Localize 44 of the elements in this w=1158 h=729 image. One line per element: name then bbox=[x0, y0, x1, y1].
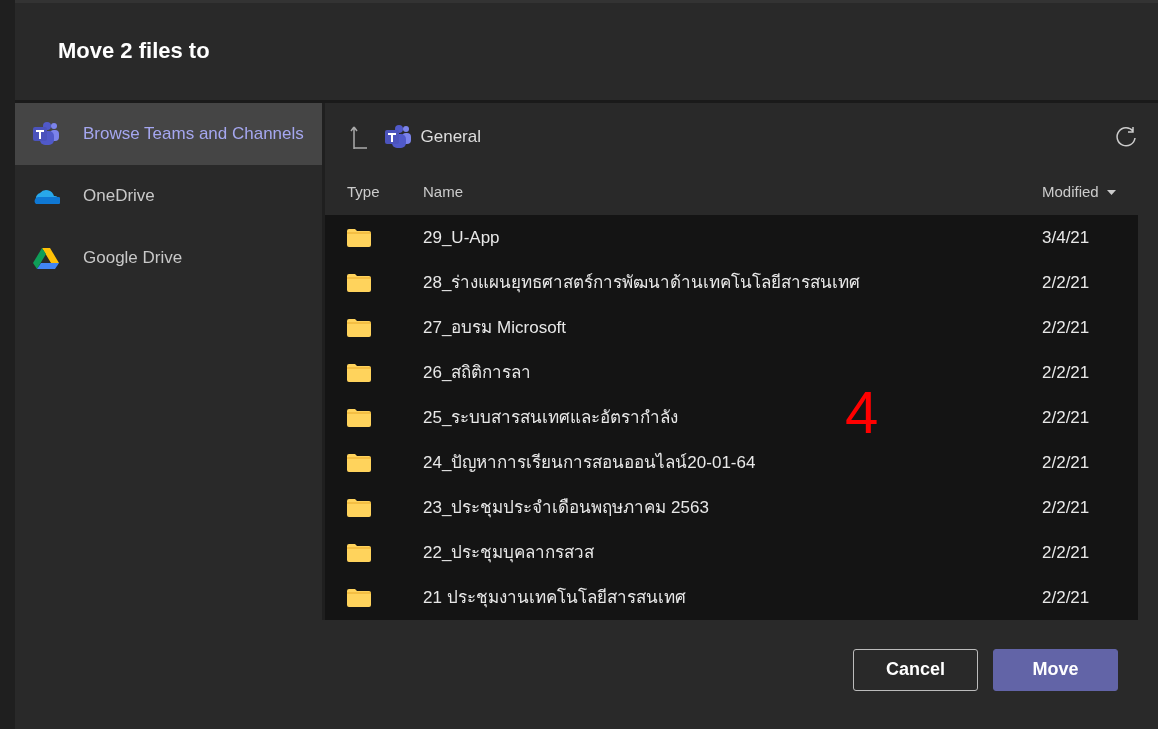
modified-date: 3/4/21 bbox=[1042, 227, 1090, 247]
modified-date: 2/2/21 bbox=[1042, 542, 1090, 562]
folder-icon bbox=[347, 499, 371, 518]
move-button[interactable]: Move bbox=[993, 648, 1118, 691]
column-header[interactable]: Modified bbox=[1042, 181, 1099, 204]
folder-name[interactable]: 25_ระบบสารสนเทศและอัตรากำลัง bbox=[423, 407, 679, 427]
folder-icon bbox=[347, 229, 371, 248]
modified-date: 2/2/21 bbox=[1042, 407, 1090, 427]
annotation-number: 4 bbox=[845, 383, 879, 443]
folder-name[interactable]: 29_U-App bbox=[423, 227, 500, 247]
cancel-button[interactable]: Cancel bbox=[853, 648, 978, 691]
cloud-icon bbox=[32, 187, 60, 205]
refresh-icon[interactable] bbox=[1114, 124, 1138, 149]
folder-icon bbox=[347, 409, 371, 428]
sidebar-item[interactable]: Browse Teams and Channels bbox=[15, 103, 322, 165]
folder-name[interactable]: 26_สถิติการลา bbox=[423, 362, 532, 382]
folder-name[interactable]: 27_อบรม Microsoft bbox=[423, 317, 567, 337]
teams-icon bbox=[384, 124, 412, 149]
modified-date: 2/2/21 bbox=[1042, 317, 1090, 337]
folder-icon bbox=[347, 454, 371, 473]
folder-name[interactable]: 24_ปัญหาการเรียนการสอนออนไลน์20-01-64 bbox=[423, 452, 756, 472]
folder-icon bbox=[347, 544, 371, 563]
modified-date: 2/2/21 bbox=[1042, 497, 1090, 517]
folder-icon bbox=[347, 319, 371, 338]
sidebar-item[interactable]: Google Drive bbox=[15, 227, 322, 289]
modified-date: 2/2/21 bbox=[1042, 587, 1090, 607]
sort-caret-icon[interactable] bbox=[1107, 190, 1117, 195]
folder-name[interactable]: 28_ร่างแผนยุทธศาสตร์การพัฒนาด้านเทคโนโลยีสารสนเทศ bbox=[423, 272, 861, 292]
folder-icon bbox=[347, 274, 371, 293]
sidebar-item[interactable]: OneDrive bbox=[15, 165, 322, 227]
breadcrumb-label[interactable]: General bbox=[420, 123, 481, 150]
modified-date: 2/2/21 bbox=[1042, 272, 1090, 292]
folder-name[interactable]: 21 ประชุมงานเทคโนโลยีสารสนเทศ bbox=[423, 587, 686, 607]
folder-name[interactable]: 22_ประชุมบุคลากรสวส bbox=[423, 542, 595, 562]
dialog-title: Move 2 files to bbox=[58, 38, 210, 65]
folder-icon bbox=[347, 364, 371, 383]
folder-icon bbox=[347, 589, 371, 608]
triangle-icon bbox=[33, 247, 59, 269]
column-header[interactable]: Name bbox=[423, 183, 463, 201]
teams-icon bbox=[32, 122, 60, 146]
folder-name[interactable]: 23_ประชุมประจำเดือนพฤษภาคม 2563 bbox=[423, 497, 709, 517]
column-header[interactable]: Type bbox=[347, 183, 380, 201]
modified-date: 2/2/21 bbox=[1042, 362, 1090, 382]
modified-date: 2/2/21 bbox=[1042, 452, 1090, 472]
